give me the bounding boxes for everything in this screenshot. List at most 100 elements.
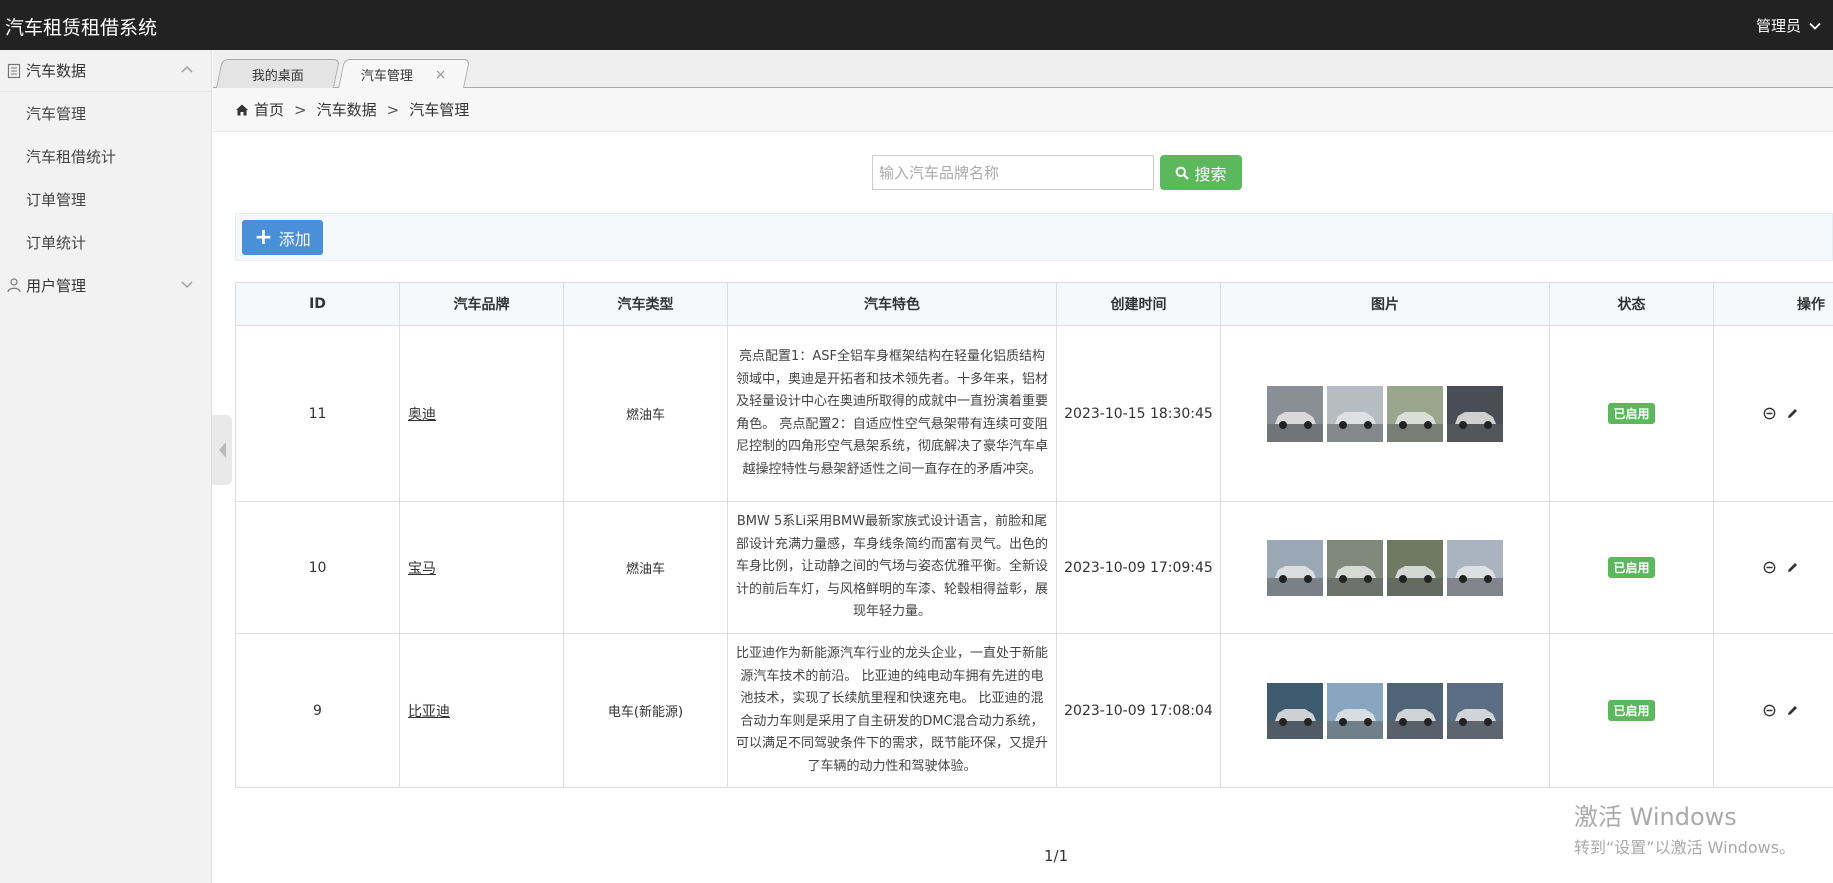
cell-images	[1220, 325, 1550, 502]
cell-type: 电车(新能源)	[563, 633, 728, 788]
cell-status: 已启用	[1549, 633, 1714, 788]
car-thumbnail[interactable]	[1327, 682, 1383, 739]
column-header-images: 图片	[1220, 282, 1550, 326]
user-name: 管理员	[1755, 17, 1801, 35]
chevron-down-icon	[1809, 22, 1821, 30]
car-thumbnail[interactable]	[1267, 539, 1323, 596]
car-thumbnail[interactable]	[1447, 539, 1503, 596]
sidebar-item-rental-stats[interactable]: 汽车租借统计	[0, 135, 211, 178]
cell-images	[1220, 633, 1550, 788]
disable-icon[interactable]	[1763, 561, 1776, 574]
plus-icon: +	[254, 224, 273, 250]
table-header-row: ID 汽车品牌 汽车类型 汽车特色 创建时间 图片 状态 操作	[235, 282, 1833, 326]
home-icon	[236, 104, 248, 115]
tab-label: 汽车管理	[361, 69, 414, 84]
search-button[interactable]: 搜索	[1160, 155, 1242, 190]
breadcrumb-car-management: 汽车管理	[409, 101, 470, 119]
breadcrumb-car-data[interactable]: 汽车数据	[317, 99, 377, 120]
status-badge: 已启用	[1608, 700, 1655, 721]
car-table: ID 汽车品牌 汽车类型 汽车特色 创建时间 图片 状态 操作 11 奥迪 燃油…	[235, 282, 1833, 788]
sidebar-group-label: 用户管理	[26, 276, 87, 295]
chevron-down-icon	[181, 281, 193, 288]
search-button-label: 搜索	[1194, 164, 1227, 184]
column-header-type: 汽车类型	[563, 282, 728, 326]
user-icon	[6, 277, 22, 293]
table-row: 10 宝马 燃油车 BMW 5系Li采用BMW最新家族式设计语言，前脸和尾部设计…	[235, 501, 1833, 634]
brand-link[interactable]: 比亚迪	[408, 704, 450, 720]
brand-link[interactable]: 奥迪	[408, 407, 436, 423]
sidebar-group-user-management[interactable]: 用户管理	[0, 264, 211, 306]
car-thumbnail[interactable]	[1267, 682, 1323, 739]
watermark-subtitle: 转到“设置”以激活 Windows。	[1574, 838, 1796, 857]
car-thumbnail[interactable]	[1327, 385, 1383, 442]
cell-feature: 比亚迪作为新能源汽车行业的龙头企业，一直处于新能源汽车技术的前沿。 比亚迪的纯电…	[727, 633, 1057, 788]
edit-icon[interactable]	[1786, 407, 1799, 420]
tab-label: 我的桌面	[251, 68, 304, 84]
breadcrumb-home[interactable]: 首页	[254, 99, 284, 120]
chevron-up-icon	[181, 66, 193, 73]
add-button-label: 添加	[278, 229, 311, 249]
edit-icon[interactable]	[1786, 561, 1799, 574]
cell-feature: 亮点配置1：ASF全铝车身框架结构在轻量化铝质结构领域中，奥迪是开拓者和技术领先…	[727, 325, 1057, 502]
cell-actions	[1713, 325, 1833, 502]
sidebar-item-order-management[interactable]: 订单管理	[0, 178, 211, 221]
cell-feature: BMW 5系Li采用BMW最新家族式设计语言，前脸和尾部设计充满力量感，车身线条…	[727, 501, 1057, 634]
search-bar: 搜索	[872, 155, 1242, 190]
cell-id: 10	[235, 501, 400, 634]
cell-status: 已启用	[1549, 501, 1714, 634]
cell-images	[1220, 501, 1550, 634]
top-header: 汽车租赁租借系统 管理员	[0, 0, 1833, 50]
windows-activation-watermark: 激活 Windows 转到“设置”以激活 Windows。	[1574, 797, 1795, 858]
cell-actions	[1713, 633, 1833, 788]
cell-type: 燃油车	[563, 501, 728, 634]
user-menu[interactable]: 管理员	[1756, 15, 1821, 36]
sidebar-collapse-toggle[interactable]	[212, 415, 232, 485]
car-thumbnail[interactable]	[1447, 385, 1503, 442]
column-header-feature: 汽车特色	[727, 282, 1057, 326]
status-badge: 已启用	[1608, 403, 1655, 424]
table-row: 11 奥迪 燃油车 亮点配置1：ASF全铝车身框架结构在轻量化铝质结构领域中，奥…	[235, 325, 1833, 502]
edit-icon[interactable]	[1786, 704, 1799, 717]
cell-status: 已启用	[1549, 325, 1714, 502]
table-row: 9 比亚迪 电车(新能源) 比亚迪作为新能源汽车行业的龙头企业，一直处于新能源汽…	[235, 633, 1833, 788]
car-thumbnail[interactable]	[1327, 539, 1383, 596]
sidebar-group-car-data[interactable]: 汽车数据	[0, 50, 211, 92]
cell-created: 2023-10-15 18:30:45	[1056, 325, 1221, 502]
document-icon	[6, 63, 22, 79]
sidebar-item-order-stats[interactable]: 订单统计	[0, 221, 211, 264]
tab-bar: 我的桌面 汽车管理 ×	[213, 50, 1833, 89]
search-input[interactable]	[872, 155, 1154, 190]
column-header-actions: 操作	[1713, 282, 1833, 326]
sidebar: 汽车数据 汽车管理 汽车租借统计 订单管理 订单统计 用户管理	[0, 50, 212, 883]
car-thumbnail[interactable]	[1387, 539, 1443, 596]
toolbar: + 添加	[235, 213, 1833, 261]
add-button[interactable]: + 添加	[242, 220, 323, 255]
tab-my-desktop[interactable]: 我的桌面	[215, 59, 341, 88]
sidebar-group-label: 汽车数据	[26, 62, 87, 80]
pagination: 1/1	[1044, 847, 1069, 865]
cell-id: 11	[235, 325, 400, 502]
column-header-status: 状态	[1549, 282, 1714, 326]
watermark-title: 激活 Windows	[1574, 803, 1737, 831]
cell-actions	[1713, 501, 1833, 634]
column-header-id: ID	[235, 282, 400, 326]
breadcrumb: 首页 > 汽车数据 > 汽车管理	[213, 88, 1833, 132]
cell-id: 9	[235, 633, 400, 788]
tab-car-management[interactable]: 汽车管理 ×	[337, 59, 471, 89]
brand-link[interactable]: 宝马	[408, 561, 436, 577]
app-title: 汽车租赁租借系统	[5, 17, 158, 39]
car-thumbnail[interactable]	[1447, 682, 1503, 739]
car-thumbnail[interactable]	[1267, 385, 1323, 442]
sidebar-item-car-management[interactable]: 汽车管理	[0, 92, 211, 135]
car-thumbnail[interactable]	[1387, 682, 1443, 739]
breadcrumb-separator: >	[386, 100, 400, 119]
cell-created: 2023-10-09 17:08:04	[1056, 633, 1221, 788]
close-icon[interactable]: ×	[435, 67, 447, 83]
car-thumbnail[interactable]	[1387, 385, 1443, 442]
disable-icon[interactable]	[1763, 704, 1776, 717]
cell-type: 燃油车	[563, 325, 728, 502]
breadcrumb-separator: >	[294, 100, 307, 119]
disable-icon[interactable]	[1763, 407, 1776, 420]
column-header-brand: 汽车品牌	[399, 282, 564, 326]
column-header-created: 创建时间	[1056, 282, 1221, 326]
